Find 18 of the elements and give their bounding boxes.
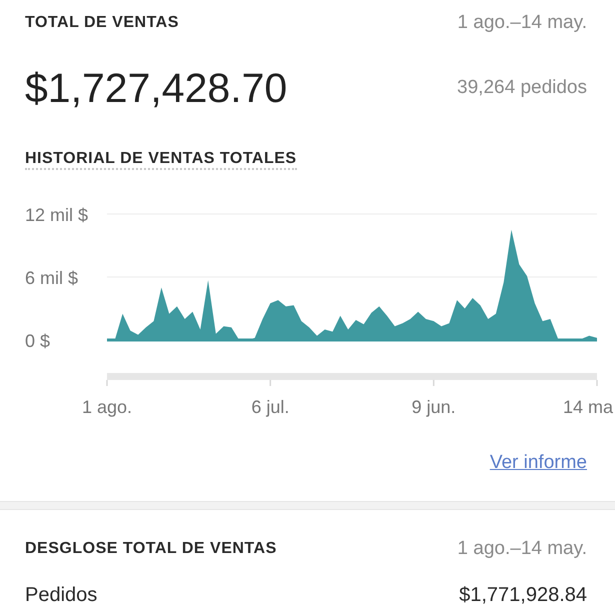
y-axis-label: 6 mil $ — [25, 268, 78, 288]
y-axis-label: 12 mil $ — [25, 205, 88, 225]
y-axis-label: 0 $ — [25, 331, 50, 351]
date-range: 1 ago.–14 may. — [457, 538, 587, 560]
order-count: 39,264 pedidos — [457, 77, 587, 99]
date-range: 1 ago.–14 may. — [457, 12, 587, 34]
report-link[interactable]: Ver informe — [490, 451, 587, 475]
x-axis-label: 6 jul. — [251, 397, 290, 417]
section-title: DESGLOSE TOTAL DE VENTAS — [25, 539, 277, 559]
total-amount: $1,727,428.70 — [25, 64, 288, 112]
x-axis-label: 1 ago. — [82, 397, 132, 417]
row-value: $1,771,928.84 — [459, 583, 587, 608]
x-axis-label: 14 ma — [562, 397, 613, 417]
row-label: Pedidos — [25, 583, 98, 608]
chart-title: HISTORIAL DE VENTAS TOTALES — [25, 150, 297, 170]
section-title: TOTAL DE VENTAS — [25, 13, 179, 33]
x-axis-label: 9 jun. — [412, 397, 456, 417]
range-track[interactable] — [107, 373, 597, 380]
